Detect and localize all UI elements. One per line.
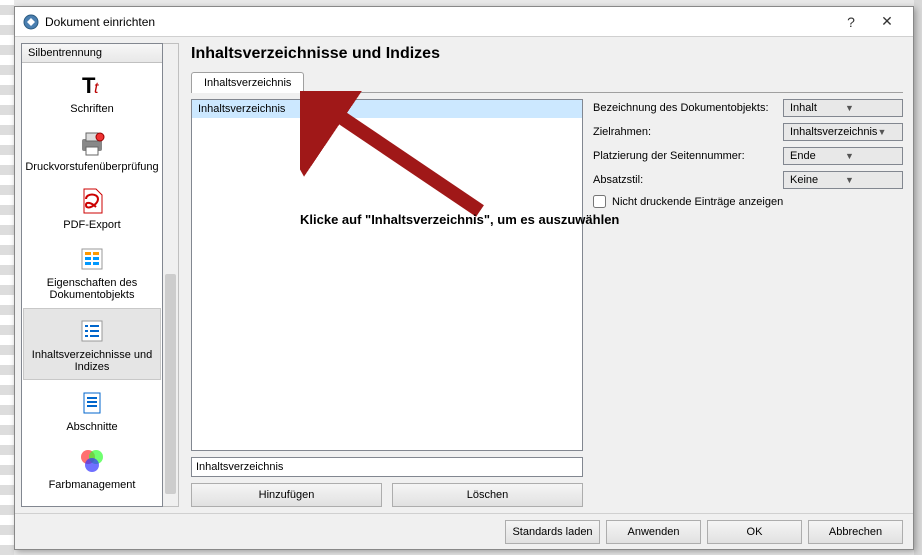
sidebar-item-sections[interactable]: Abschnitte [22, 381, 162, 439]
apply-button[interactable]: Anwenden [606, 520, 701, 544]
properties-icon [76, 243, 108, 275]
defaults-button[interactable]: Standards laden [505, 520, 600, 544]
sections-icon [76, 387, 108, 419]
sidebar-item-toc[interactable]: Inhaltsverzeichnisse und Indizes [23, 308, 161, 380]
sidebar-item-preflight[interactable]: Druckvorstufenüberprüfung [22, 121, 162, 179]
toc-icon [76, 315, 108, 347]
sidebar-item-docprops[interactable]: Eigenschaften des Dokumentobjekts [22, 237, 162, 307]
sidebar-item-pdf[interactable]: PDF-Export [22, 179, 162, 237]
name-label: Bezeichnung des Dokumentobjekts: [593, 102, 783, 114]
sidebar-header: Silbentrennung [22, 44, 162, 63]
tab-toc[interactable]: Inhaltsverzeichnis [191, 72, 304, 93]
sidebar-item-colormgmt[interactable]: Farbmanagement [22, 439, 162, 497]
frame-label: Zielrahmen: [593, 126, 783, 138]
help-button[interactable]: ? [833, 9, 869, 35]
frame-combo[interactable]: Inhaltsverzeichnis▼ [783, 123, 903, 141]
svg-text:t: t [94, 80, 99, 97]
delete-button[interactable]: Löschen [392, 483, 583, 507]
sidebar-scrollbar[interactable] [163, 43, 179, 507]
cancel-button[interactable]: Abbrechen [808, 520, 903, 544]
sidebar-item-fonts[interactable]: Tt Schriften [22, 63, 162, 121]
app-icon [23, 14, 39, 30]
window-title: Dokument einrichten [45, 15, 833, 29]
nonprinting-label: Nicht druckende Einträge anzeigen [612, 196, 783, 208]
chevron-down-icon: ▼ [845, 175, 900, 185]
add-button[interactable]: Hinzufügen [191, 483, 382, 507]
nonprinting-checkbox[interactable] [593, 195, 606, 208]
chevron-down-icon: ▼ [877, 127, 900, 137]
ok-button[interactable]: OK [707, 520, 802, 544]
printer-icon [76, 127, 108, 159]
page-combo[interactable]: Ende▼ [783, 147, 903, 165]
page-label: Platzierung der Seitennummer: [593, 150, 783, 162]
page-heading: Inhaltsverzeichnisse und Indizes [191, 45, 903, 63]
style-combo[interactable]: Keine▼ [783, 171, 903, 189]
list-item[interactable]: Inhaltsverzeichnis [192, 100, 582, 118]
color-icon [76, 445, 108, 477]
style-label: Absatzstil: [593, 174, 783, 186]
chevron-down-icon: ▼ [845, 103, 900, 113]
name-combo[interactable]: Inhalt▼ [783, 99, 903, 117]
toc-list[interactable]: Inhaltsverzeichnis [191, 99, 583, 451]
category-list[interactable]: Silbentrennung Tt Schriften Druckvorstuf… [21, 43, 163, 507]
fonts-icon: Tt [76, 69, 108, 101]
close-button[interactable]: ✕ [869, 9, 905, 35]
chevron-down-icon: ▼ [845, 151, 900, 161]
pdf-icon [76, 185, 108, 217]
toc-name-input[interactable] [191, 457, 583, 477]
